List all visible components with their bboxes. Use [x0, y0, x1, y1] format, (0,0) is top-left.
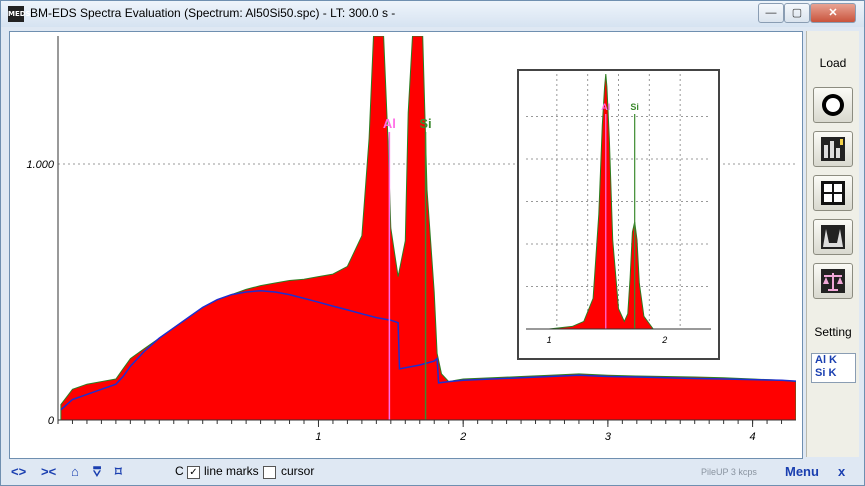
line-marks-label: line marks — [204, 464, 259, 478]
line-marks-checkbox[interactable]: ✓ — [187, 466, 200, 479]
bottom-toolbar: <> >< ⌂ ⩢ ⌑ C ✓ line marks cursor PileUP… — [1, 459, 864, 485]
c-label: C — [175, 464, 184, 478]
scale-down-icon[interactable]: ⩢ — [93, 464, 101, 480]
spectrum-chart[interactable]: Al Si 1 2 3 4 0 1.000 Al Si 1 2 — [9, 31, 803, 459]
restore-button[interactable]: ▢ — [784, 3, 810, 23]
peak-shape-icon — [821, 225, 845, 249]
x-tick-label: 2 — [459, 431, 466, 443]
side-panel: Load Setting Al K Si K — [806, 31, 859, 457]
circle-icon — [822, 94, 844, 116]
app-window: MEDS BM-EDS Spectra Evaluation (Spectrum… — [0, 0, 865, 486]
inset-peak-label: Al — [601, 102, 610, 112]
app-icon: MEDS — [8, 6, 31, 22]
element-list[interactable]: Al K Si K — [811, 353, 856, 383]
load-button[interactable]: Load — [807, 56, 859, 70]
x-tick-label: 3 — [605, 431, 612, 443]
peak-label: Al — [383, 116, 396, 131]
expand-button[interactable]: <> — [11, 464, 26, 479]
bar-settings-button[interactable] — [813, 131, 853, 167]
inset-x-tick-label: 1 — [547, 335, 552, 345]
y-tick-label: 0 — [48, 415, 55, 427]
window-title: BM-EDS Spectra Evaluation (Spectrum: Al5… — [30, 6, 396, 20]
bar-settings-icon — [821, 137, 845, 161]
x-tick-label: 4 — [750, 431, 756, 443]
cursor-checkbox[interactable] — [263, 466, 276, 479]
minimize-button[interactable]: — — [758, 3, 784, 23]
pileup-readout: PileUP 3 kcps — [701, 467, 757, 477]
cursor-label: cursor — [281, 464, 315, 478]
quad-layout-button[interactable] — [813, 175, 853, 211]
x-tick-label: 1 — [315, 431, 321, 443]
scale-up-icon[interactable]: ⌂ — [71, 464, 79, 479]
element-item-si[interactable]: Si K — [812, 367, 855, 380]
element-item-al[interactable]: Al K — [812, 354, 855, 367]
close-x-button[interactable]: x — [838, 464, 845, 479]
circle-button[interactable] — [813, 87, 853, 123]
balance-icon — [821, 269, 845, 293]
inset-peak-label: Si — [630, 102, 639, 112]
menu-button[interactable]: Menu — [785, 464, 819, 479]
shrink-button[interactable]: >< — [41, 464, 56, 479]
print-icon[interactable]: ⌑ — [115, 464, 122, 480]
title-bar[interactable]: MEDS BM-EDS Spectra Evaluation (Spectrum… — [1, 1, 864, 27]
quad-layout-icon — [821, 181, 845, 205]
balance-button[interactable] — [813, 263, 853, 299]
setting-button[interactable]: Setting — [807, 325, 859, 339]
inset-x-tick-label: 2 — [661, 335, 667, 345]
peak-shape-button[interactable] — [813, 219, 853, 255]
peak-label: Si — [419, 116, 431, 131]
close-button[interactable]: ✕ — [810, 3, 856, 23]
y-tick-label: 1.000 — [26, 159, 54, 171]
